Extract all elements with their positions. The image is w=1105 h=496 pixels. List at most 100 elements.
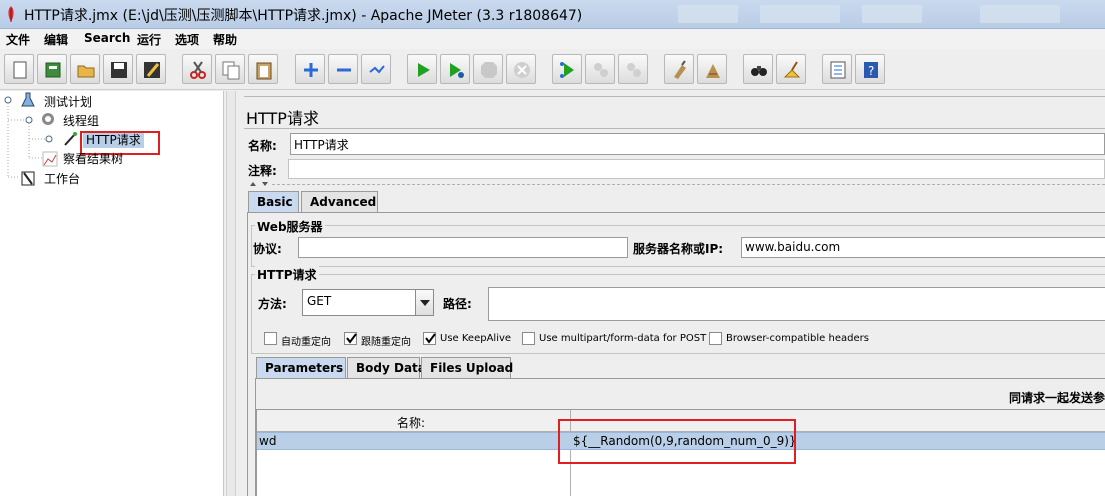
send-params-header: 同请求一起发送参 — [1009, 391, 1105, 405]
tab-advanced[interactable]: Advanced — [301, 191, 378, 212]
tab-body-data[interactable]: Body Data — [347, 357, 426, 378]
background-window-ghost — [980, 5, 1060, 23]
collapse-arrows-icon[interactable] — [248, 180, 272, 188]
menu-options[interactable]: 选项 — [175, 31, 199, 48]
copy-button[interactable] — [215, 54, 245, 84]
browser-compatible-checkbox[interactable] — [709, 332, 722, 345]
save-icon — [111, 62, 127, 78]
save-as-icon — [144, 62, 160, 78]
menu-help[interactable]: 帮助 — [213, 31, 237, 48]
copy-icon — [222, 61, 240, 80]
results-tree-chart-icon — [42, 151, 58, 167]
templates-icon — [45, 62, 61, 78]
reset-search-icon — [783, 61, 801, 78]
tree-node-thread-group[interactable]: 线程组 — [63, 112, 99, 129]
clear-button[interactable] — [664, 54, 694, 84]
path-field[interactable] — [488, 287, 1105, 321]
open-icon — [77, 65, 95, 78]
menu-run[interactable]: 运行 — [137, 31, 161, 48]
search-button[interactable] — [743, 54, 773, 84]
keepalive-checkbox[interactable] — [423, 332, 436, 345]
method-select[interactable]: GET — [302, 289, 434, 316]
tab-basic[interactable]: Basic — [248, 191, 299, 212]
tab-parameters[interactable]: Parameters — [256, 357, 346, 378]
shutdown-icon — [514, 62, 530, 78]
toggle-icon — [369, 65, 385, 74]
menu-search[interactable]: Search — [84, 31, 130, 45]
column-header-name: 名称: — [397, 416, 426, 430]
comment-field[interactable] — [288, 159, 1105, 179]
save-as-button[interactable] — [136, 54, 166, 84]
thread-group-gear-icon — [42, 113, 54, 125]
split-pane-divider[interactable] — [226, 91, 236, 496]
expand-icon — [304, 63, 318, 77]
http-request-panel: HTTP请求 名称: HTTP请求 注释: Basic Advanced Web… — [244, 91, 1105, 496]
toolbar: ? — [0, 50, 1105, 90]
background-window-ghost — [678, 5, 738, 23]
window-title: HTTP请求.jmx (E:\jd\压测\压测脚本\HTTP请求.jmx) - … — [24, 8, 583, 24]
auto-redirect-checkbox[interactable] — [264, 332, 277, 345]
multipart-checkbox[interactable] — [522, 332, 535, 345]
search-icon — [751, 66, 767, 76]
collapse-icon — [337, 68, 351, 72]
tab-files-upload[interactable]: Files Upload — [421, 357, 513, 378]
method-label: 方法: — [258, 297, 287, 311]
method-dropdown-button[interactable] — [415, 290, 433, 315]
background-window-ghost — [862, 5, 922, 23]
divider — [244, 96, 1105, 97]
auto-redirect-label: 自动重定向 — [281, 337, 331, 348]
clear-all-icon — [706, 64, 720, 78]
help-button[interactable]: ? — [855, 54, 885, 84]
name-label: 名称: — [248, 139, 277, 153]
menu-edit[interactable]: 编辑 — [44, 31, 68, 48]
test-plan-icon — [21, 92, 35, 107]
comment-label: 注释: — [248, 164, 277, 178]
help-icon: ? — [864, 62, 878, 78]
reset-search-button[interactable] — [776, 54, 806, 84]
stop-button[interactable] — [473, 54, 503, 84]
server-name-label: 服务器名称或IP: — [633, 242, 724, 256]
follow-redirect-checkbox[interactable] — [344, 332, 357, 345]
remote-shutdown-button[interactable] — [618, 54, 648, 84]
title-bar: HTTP请求.jmx (E:\jd\压测\压测脚本\HTTP请求.jmx) - … — [0, 0, 1105, 29]
start-button[interactable] — [407, 54, 437, 84]
clear-all-button[interactable] — [697, 54, 727, 84]
name-field[interactable]: HTTP请求 — [290, 133, 1105, 155]
paste-icon — [256, 62, 272, 80]
collapse-all-button[interactable] — [328, 54, 358, 84]
shutdown-button[interactable] — [506, 54, 536, 84]
multipart-label: Use multipart/form-data for POST — [539, 333, 707, 344]
sampler-pipette-icon — [64, 132, 77, 146]
expand-all-button[interactable] — [295, 54, 325, 84]
server-name-field[interactable]: www.baidu.com — [741, 237, 1105, 258]
start-no-pauses-button[interactable] — [440, 54, 470, 84]
divider — [244, 128, 1105, 129]
open-button[interactable] — [70, 54, 100, 84]
stop-icon — [481, 62, 497, 78]
function-helper-button[interactable] — [822, 54, 852, 84]
tree-node-test-plan[interactable]: 测试计划 — [44, 93, 92, 110]
remote-stop-button[interactable] — [585, 54, 615, 84]
checkmark-icon — [425, 333, 436, 344]
background-window-ghost — [760, 5, 840, 23]
param-name-cell[interactable]: wd — [259, 434, 276, 448]
chevron-down-icon — [420, 300, 430, 306]
protocol-field[interactable] — [298, 237, 628, 258]
toggle-button[interactable] — [361, 54, 391, 84]
new-button[interactable] — [4, 54, 34, 84]
tree-node-results-tree[interactable]: 察看结果树 — [63, 150, 123, 167]
start-icon — [418, 63, 430, 77]
checkmark-icon — [346, 333, 357, 344]
divider — [272, 184, 1105, 185]
save-button[interactable] — [103, 54, 133, 84]
follow-redirect-label: 跟随重定向 — [361, 337, 411, 348]
remote-start-button[interactable] — [552, 54, 582, 84]
cut-icon — [190, 61, 206, 79]
templates-button[interactable] — [37, 54, 67, 84]
http-request-group-title: HTTP请求 — [255, 266, 319, 283]
tree-node-workbench[interactable]: 工作台 — [44, 170, 80, 187]
paste-button[interactable] — [248, 54, 278, 84]
cut-button[interactable] — [182, 54, 212, 84]
menu-file[interactable]: 文件 — [6, 31, 30, 48]
browser-compatible-label: Browser-compatible headers — [726, 333, 869, 344]
